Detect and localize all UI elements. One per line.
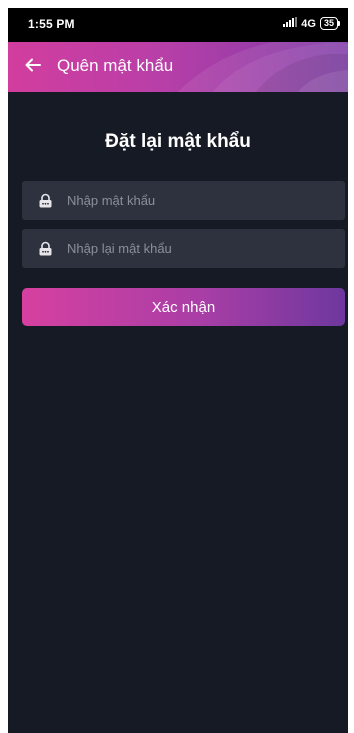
lock-icon: [37, 193, 53, 209]
lock-icon: [37, 241, 53, 257]
app-screen: 1:55 PM 4G 35 Quên mật khẩu Đặt lại mật …: [8, 8, 348, 733]
status-bar: 1:55 PM 4G 35: [8, 8, 348, 42]
back-button[interactable]: [22, 55, 44, 77]
status-time: 1:55 PM: [28, 17, 75, 31]
confirm-password-input[interactable]: [67, 241, 317, 256]
confirm-password-field[interactable]: [22, 229, 345, 268]
battery-icon: 35: [319, 17, 341, 30]
page-title: Đặt lại mật khẩu: [105, 131, 251, 152]
confirm-button[interactable]: Xác nhận: [22, 288, 345, 326]
status-indicators: 4G 35: [283, 17, 341, 30]
battery-level: 35: [323, 18, 334, 28]
network-type: 4G: [301, 17, 316, 30]
signal-icon: [283, 17, 298, 30]
password-input[interactable]: [67, 193, 317, 208]
app-bar-title: Quên mật khẩu: [57, 56, 174, 75]
password-field[interactable]: [22, 181, 345, 220]
app-bar: Quên mật khẩu: [8, 42, 348, 92]
arrow-left-icon: [25, 57, 41, 76]
